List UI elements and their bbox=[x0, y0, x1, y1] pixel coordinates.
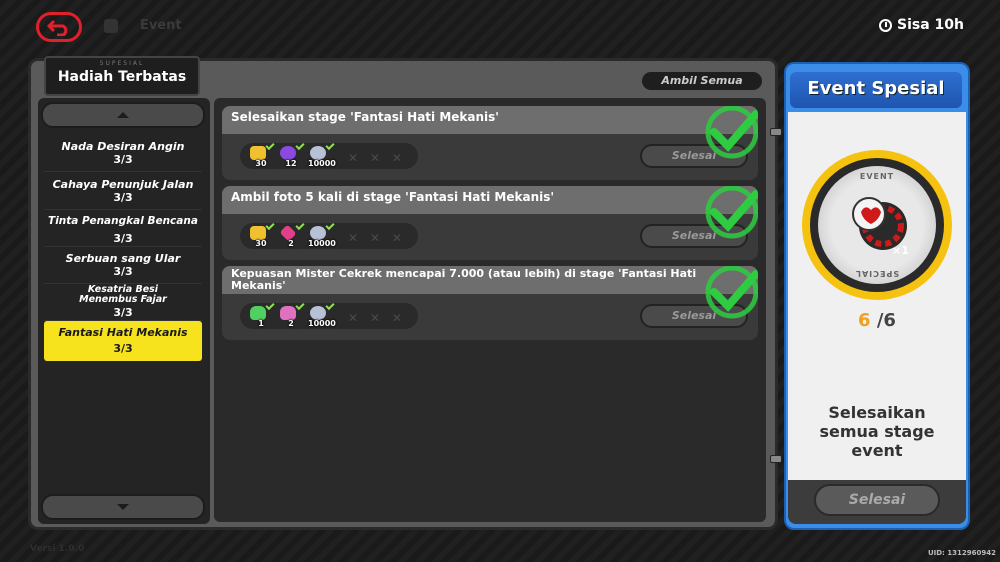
task-row: Selesaikan stage 'Fantasi Hati Mekanis' … bbox=[222, 106, 758, 180]
empty-slot-icon: ✕ bbox=[348, 311, 359, 325]
empty-slot-icon: ✕ bbox=[392, 231, 403, 245]
purple-crystal-icon: 12 bbox=[278, 140, 305, 169]
stage-name: Tinta Penangkal Bencana bbox=[48, 215, 198, 227]
faded-footer-text: Versi 1.0.0 bbox=[30, 544, 85, 554]
clock-icon bbox=[879, 18, 892, 32]
green-potion-icon: 1 bbox=[248, 300, 275, 329]
task-title: Kepuasan Mister Cekrek mencapai 7.000 (a… bbox=[222, 266, 758, 294]
task-title: Selesaikan stage 'Fantasi Hati Mekanis' bbox=[222, 106, 758, 134]
panel-title-tab: SUPESIAL Hadiah Terbatas bbox=[44, 56, 200, 96]
stage-name: Cahaya Penunjuk Jalan bbox=[52, 178, 194, 191]
progress-total: /6 bbox=[876, 310, 896, 331]
stamina-orb-icon: 30 bbox=[248, 140, 275, 169]
coin-pile-icon: 10000 bbox=[308, 220, 336, 249]
event-medal: EVENT ×1 SPECIAL bbox=[818, 166, 936, 284]
medal-bottom-text: SPECIAL bbox=[854, 269, 900, 278]
hinge bbox=[770, 455, 782, 463]
reward-amount: 10000 bbox=[308, 319, 336, 328]
event-description: Selesaikan semua stage event bbox=[819, 403, 935, 460]
completed-check-icon bbox=[705, 266, 758, 319]
empty-slot-icon: ✕ bbox=[392, 151, 403, 165]
back-button[interactable] bbox=[36, 12, 82, 42]
stamina-orb-icon: 30 bbox=[248, 220, 275, 249]
medal-quantity: ×1 bbox=[892, 244, 909, 257]
scroll-down-button[interactable] bbox=[41, 494, 205, 520]
empty-slot-icon: ✕ bbox=[348, 151, 359, 165]
hinge bbox=[770, 128, 782, 136]
back-arrow-icon bbox=[47, 19, 68, 36]
reward-amount: 30 bbox=[255, 239, 267, 248]
faded-icon bbox=[104, 18, 118, 33]
reward-amount: 30 bbox=[255, 159, 267, 168]
faded-header: Event bbox=[104, 18, 182, 33]
pink-potion-icon: 2 bbox=[278, 300, 305, 329]
stage-name: Kesatria Besi Menembus Fajar bbox=[79, 284, 167, 305]
coin-pile-icon: 10000 bbox=[308, 140, 336, 169]
stage-count: 3/3 bbox=[113, 306, 133, 319]
reward-amount: 2 bbox=[288, 319, 294, 328]
panel-subtitle: SUPESIAL bbox=[99, 60, 145, 67]
reward-amount: 10000 bbox=[308, 159, 336, 168]
reward-slots: 1 2 10000 ✕ ✕ ✕ bbox=[240, 300, 418, 329]
stage-name: Serbuan sang Ular bbox=[65, 252, 181, 265]
empty-slot-icon: ✕ bbox=[370, 151, 381, 165]
stage-name: Nada Desiran Angin bbox=[61, 140, 185, 153]
reward-slots: 30 2 10000 ✕ ✕ ✕ bbox=[240, 220, 418, 249]
stage-item-fantasi-hati-mekanis[interactable]: Fantasi Hati Mekanis 3/3 bbox=[44, 321, 202, 361]
faded-header-label: Event bbox=[140, 18, 182, 33]
reward-amount: 10000 bbox=[308, 239, 336, 248]
empty-slot-icon: ✕ bbox=[392, 311, 403, 325]
chevron-down-icon bbox=[117, 504, 129, 510]
progress-current: 6 bbox=[858, 310, 871, 331]
claim-all-button[interactable]: Ambil Semua bbox=[640, 70, 764, 92]
pink-crystal-icon: 2 bbox=[278, 220, 305, 249]
completed-check-icon bbox=[705, 186, 758, 239]
stage-item-nada-desiran-angin[interactable]: Nada Desiran Angin 3/3 bbox=[44, 138, 202, 172]
stage-count: 3/3 bbox=[113, 153, 133, 166]
reward-amount: 2 bbox=[288, 239, 294, 248]
event-progress: 6 /6 bbox=[790, 310, 964, 331]
event-title: Event Spesial bbox=[790, 72, 962, 108]
task-row: Ambil foto 5 kali di stage 'Fantasi Hati… bbox=[222, 186, 758, 260]
stage-count: 3/3 bbox=[113, 342, 133, 355]
scroll-up-button[interactable] bbox=[41, 102, 205, 128]
stage-item-kesatria-besi-menembus-fajar[interactable]: Kesatria Besi Menembus Fajar 3/3 bbox=[44, 285, 202, 321]
task-row: Kepuasan Mister Cekrek mencapai 7.000 (a… bbox=[222, 266, 758, 340]
event-complete-button[interactable]: Selesai bbox=[814, 484, 940, 516]
reward-slots: 30 12 10000 ✕ ✕ ✕ bbox=[240, 140, 418, 169]
panel-title: Hadiah Terbatas bbox=[57, 69, 187, 85]
empty-slot-icon: ✕ bbox=[370, 311, 381, 325]
reward-amount: 1 bbox=[258, 319, 264, 328]
stage-count: 3/3 bbox=[113, 265, 133, 278]
completed-check-icon bbox=[705, 106, 758, 159]
empty-slot-icon: ✕ bbox=[348, 231, 359, 245]
user-id: UID: 1312960942 bbox=[927, 549, 996, 557]
task-title: Ambil foto 5 kali di stage 'Fantasi Hati… bbox=[222, 186, 758, 214]
coin-pile-icon: 10000 bbox=[308, 300, 336, 329]
stage-count: 3/3 bbox=[113, 191, 133, 204]
stage-name: Fantasi Hati Mekanis bbox=[58, 326, 188, 339]
remaining-time: Sisa 10h bbox=[879, 17, 964, 33]
medal-top-text: EVENT bbox=[859, 172, 895, 181]
stage-item-cahaya-penunjuk-jalan[interactable]: Cahaya Penunjuk Jalan 3/3 bbox=[44, 176, 202, 210]
stage-count: 3/3 bbox=[113, 232, 133, 245]
stage-item-tinta-penangkal-bencana[interactable]: Tinta Penangkal Bencana 3/3 bbox=[44, 213, 202, 247]
remaining-time-text: Sisa 10h bbox=[897, 17, 964, 33]
stage-item-serbuan-sang-ular[interactable]: Serbuan sang Ular 3/3 bbox=[44, 250, 202, 284]
reward-amount: 12 bbox=[285, 159, 297, 168]
chevron-up-icon bbox=[117, 112, 129, 118]
empty-slot-icon: ✕ bbox=[370, 231, 381, 245]
